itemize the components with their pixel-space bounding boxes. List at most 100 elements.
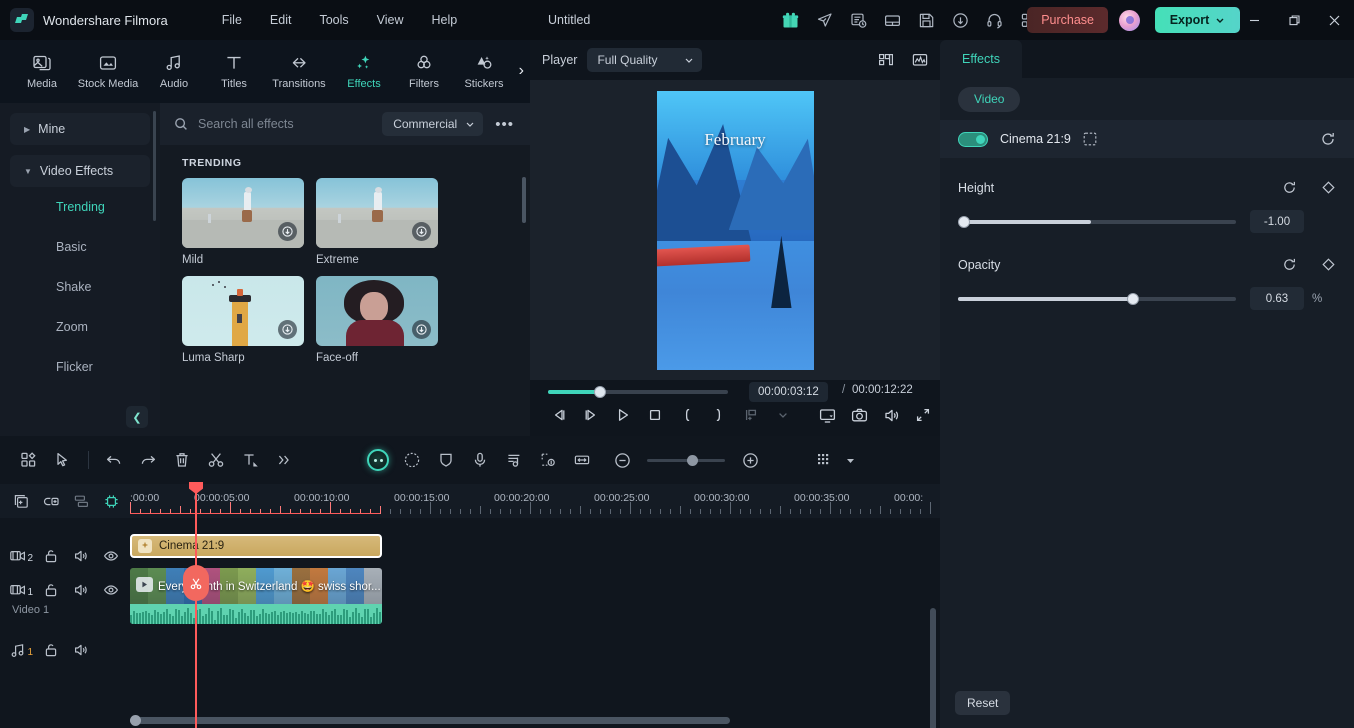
cloud-upload-icon[interactable] [950, 10, 970, 30]
timeline-clip-effect[interactable]: Cinema 21:9 [130, 534, 382, 558]
marker-dropdown-button[interactable] [774, 406, 792, 424]
fullscreen-icon[interactable] [914, 406, 932, 424]
export-button[interactable]: Export [1155, 7, 1240, 33]
reset-button[interactable]: Reset [955, 691, 1011, 715]
effect-card-luma-sharp[interactable]: Luma Sharp [182, 276, 304, 364]
timeline-playhead[interactable] [195, 518, 197, 728]
timeline-zoom-slider[interactable] [647, 454, 725, 466]
close-button[interactable] [1314, 0, 1354, 40]
menu-edit[interactable]: Edit [256, 8, 306, 32]
mark-in-button[interactable] [678, 406, 696, 424]
tab-audio[interactable]: Audio [144, 53, 204, 90]
stop-button[interactable] [646, 406, 664, 424]
tab-titles[interactable]: Titles [204, 53, 264, 90]
player-current-time[interactable]: 00:00:03:12 [749, 382, 828, 402]
timeline-vertical-scrollbar[interactable] [930, 608, 936, 728]
tab-stickers[interactable]: Stickers [454, 53, 514, 90]
group-clips-icon[interactable] [38, 488, 64, 514]
tab-media[interactable]: Media [12, 53, 72, 90]
task-list-icon[interactable] [848, 10, 868, 30]
auto-beat-sync-icon[interactable] [98, 488, 124, 514]
sidebar-item-flicker[interactable]: Flicker [0, 347, 160, 387]
timeline-options-chevron-icon[interactable] [841, 443, 859, 477]
timeline-zoom-handle[interactable] [687, 454, 698, 466]
mic-icon[interactable] [463, 443, 497, 477]
sidebar-scrollbar[interactable] [153, 111, 156, 221]
effect-card-extreme[interactable]: Extreme [316, 178, 438, 266]
timeline-ruler-scale[interactable]: :00:00 00:00:05:00 00:00:15:00 00:00:10:… [130, 484, 940, 518]
tab-stock-media[interactable]: Stock Media [72, 53, 144, 90]
download-icon[interactable] [278, 320, 297, 339]
text-icon[interactable] [233, 443, 267, 477]
mark-out-button[interactable] [710, 406, 728, 424]
sidebar-item-trending[interactable]: Trending [0, 187, 160, 227]
license-filter-dropdown[interactable]: Commercial [382, 112, 484, 136]
effects-scrollbar[interactable] [522, 177, 526, 223]
mute-icon[interactable] [66, 542, 96, 570]
render-preview-icon[interactable] [818, 406, 836, 424]
prev-frame-button[interactable] [550, 406, 568, 424]
player-seek-handle[interactable] [594, 386, 606, 398]
send-icon[interactable] [814, 10, 834, 30]
add-marker-button[interactable] [742, 406, 760, 424]
search-input[interactable]: Search all effects [198, 117, 372, 131]
mute-icon[interactable] [66, 636, 96, 664]
effect-card-face-off[interactable]: Face-off [316, 276, 438, 364]
timeline-scroll-handle[interactable] [130, 715, 141, 726]
download-icon[interactable] [278, 222, 297, 241]
effect-reset-icon[interactable] [1320, 131, 1336, 147]
height-value-field[interactable]: -1.00 [1250, 210, 1304, 233]
height-slider-handle[interactable] [958, 215, 970, 228]
opacity-keyframe-icon[interactable] [1321, 257, 1336, 272]
play-button[interactable] [614, 406, 632, 424]
eye-icon[interactable] [96, 542, 126, 570]
headset-icon[interactable] [984, 10, 1004, 30]
menu-file[interactable]: File [208, 8, 256, 32]
zoom-in-icon[interactable] [733, 443, 767, 477]
sidebar-group-mine[interactable]: ▶ Mine [10, 113, 150, 145]
tab-transitions[interactable]: Transitions [264, 53, 334, 90]
tab-effects-properties[interactable]: Effects [940, 40, 1022, 78]
next-frame-button[interactable] [582, 406, 600, 424]
download-icon[interactable] [412, 222, 431, 241]
timeline-ruler[interactable]: :00:00 00:00:05:00 00:00:15:00 00:00:10:… [0, 484, 940, 518]
height-reset-icon[interactable] [1282, 180, 1297, 195]
purchase-button[interactable]: Purchase [1027, 7, 1108, 33]
lock-icon[interactable] [36, 542, 66, 570]
opacity-value-field[interactable]: 0.63 [1250, 287, 1304, 310]
menu-tools[interactable]: Tools [305, 8, 362, 32]
redo-icon[interactable] [131, 443, 165, 477]
height-keyframe-icon[interactable] [1321, 180, 1336, 195]
undo-icon[interactable] [97, 443, 131, 477]
eye-icon[interactable] [96, 576, 126, 604]
preview-video-frame[interactable]: February [656, 90, 814, 370]
speed-icon[interactable] [395, 443, 429, 477]
height-slider[interactable] [958, 215, 1236, 228]
timeline-view-options-icon[interactable] [807, 443, 841, 477]
more-chevrons-icon[interactable] [267, 443, 301, 477]
sidebar-item-zoom[interactable]: Zoom [0, 307, 160, 347]
resource-tabs-next-arrow[interactable]: › [519, 62, 524, 80]
delete-icon[interactable] [165, 443, 199, 477]
green-screen-icon[interactable] [531, 443, 565, 477]
audio-mix-icon[interactable] [497, 443, 531, 477]
layout-icon[interactable] [882, 10, 902, 30]
mask-icon[interactable] [1083, 132, 1097, 146]
download-icon[interactable] [412, 320, 431, 339]
selection-cursor-icon[interactable] [46, 443, 80, 477]
mute-icon[interactable] [66, 576, 96, 604]
tab-effects[interactable]: Effects [334, 53, 394, 90]
menu-help[interactable]: Help [418, 8, 472, 32]
effects-more-menu-button[interactable]: ••• [493, 116, 516, 133]
player-seek-bar[interactable] [548, 386, 728, 398]
opacity-slider-handle[interactable] [1127, 292, 1139, 305]
split-at-playhead-button[interactable] [183, 565, 209, 601]
effect-card-mild[interactable]: Mild [182, 178, 304, 266]
player-quality-dropdown[interactable]: Full Quality [587, 48, 703, 72]
timeline-clip-video[interactable]: Every Month in Switzerland 🤩 swiss shor.… [130, 568, 382, 624]
opacity-reset-icon[interactable] [1282, 257, 1297, 272]
timeline-horizontal-scrollbar[interactable] [130, 717, 730, 724]
waveform-scope-icon[interactable] [912, 52, 928, 68]
minimize-button[interactable] [1234, 0, 1274, 40]
align-clips-icon[interactable] [68, 488, 94, 514]
